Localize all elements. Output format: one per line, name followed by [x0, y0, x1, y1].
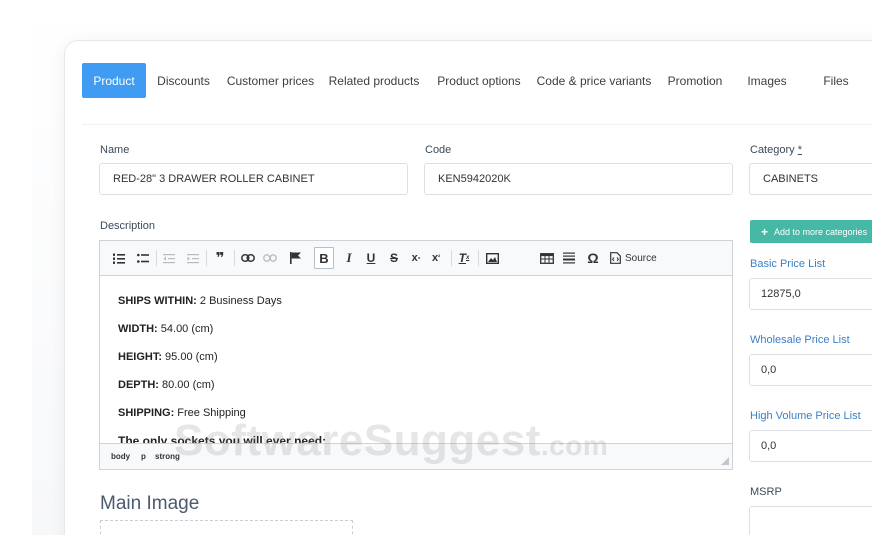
image-icon[interactable] [485, 250, 499, 266]
wholesale-price-input[interactable]: 0,0 [749, 354, 872, 386]
toolbar-separator [478, 250, 479, 266]
content-line: The only sockets you will ever need: [118, 434, 327, 443]
tab-discounts[interactable]: Discounts [151, 63, 216, 98]
blockquote-icon[interactable]: ❞ [212, 250, 228, 267]
tab-product[interactable]: Product [82, 63, 146, 98]
high-volume-price-label: High Volume Price List [750, 410, 861, 422]
unlink-icon[interactable] [262, 250, 278, 266]
resize-handle-icon[interactable] [721, 457, 729, 465]
toolbar-separator [451, 250, 452, 266]
strikethrough-button[interactable]: S [387, 250, 401, 266]
add-category-label: Add to more categories [774, 226, 868, 237]
toolbar-separator [234, 250, 235, 266]
required-marker: * [797, 144, 802, 156]
high-volume-price-input[interactable]: 0,0 [749, 430, 872, 462]
italic-button[interactable]: I [342, 250, 356, 266]
underline-button[interactable]: U [364, 250, 378, 266]
tab-related-products[interactable]: Related products [324, 63, 424, 98]
add-category-button[interactable]: + Add to more categories [750, 220, 872, 243]
category-select[interactable]: CABINETS [749, 163, 872, 195]
tab-product-options[interactable]: Product options [432, 63, 526, 98]
superscript-icon[interactable]: x² [429, 250, 443, 266]
msrp-label: MSRP [750, 486, 782, 498]
name-input[interactable]: RED-28" 3 DRAWER ROLLER CABINET [99, 163, 408, 195]
subscript-icon[interactable]: x₂ [409, 250, 423, 266]
anchor-flag-icon[interactable] [288, 250, 302, 266]
indent-icon[interactable] [186, 250, 200, 266]
basic-price-label: Basic Price List [750, 258, 826, 270]
bold-button[interactable]: B [314, 247, 334, 269]
category-label-text: Category [750, 144, 795, 156]
bullet-list-icon[interactable] [136, 250, 150, 266]
tab-customer-prices[interactable]: Customer prices [223, 63, 318, 98]
content-line: WIDTH: 54.00 (cm) [118, 323, 214, 335]
code-label: Code [425, 144, 452, 156]
source-button[interactable]: Source [610, 250, 670, 266]
tab-promotion[interactable]: Promotion [660, 63, 730, 98]
tab-images[interactable]: Images [737, 63, 797, 98]
toolbar-separator [156, 250, 157, 266]
rich-text-editor: ❞ B I U S x₂ x² Tx Ω Source SHIPS WITHIN… [99, 240, 733, 470]
msrp-input[interactable] [749, 506, 872, 535]
remove-format-icon[interactable]: Tx [457, 250, 471, 266]
tab-files[interactable]: Files [804, 63, 868, 98]
table-icon[interactable] [539, 250, 555, 266]
outdent-icon[interactable] [162, 250, 176, 266]
main-image-dropzone[interactable] [100, 520, 353, 535]
numbered-list-icon[interactable] [112, 250, 126, 266]
content-line: HEIGHT: 95.00 (cm) [118, 351, 218, 363]
name-label: Name [100, 144, 130, 156]
path-item[interactable]: body [111, 452, 130, 461]
main-image-heading: Main Image [100, 493, 200, 514]
link-icon[interactable] [240, 250, 256, 266]
special-character-icon[interactable]: Ω [586, 250, 600, 266]
code-input[interactable]: KEN5942020K [424, 163, 733, 195]
source-label: Source [625, 252, 657, 264]
path-item[interactable]: strong [155, 452, 180, 461]
description-label: Description [100, 220, 156, 232]
content-line: SHIPPING: Free Shipping [118, 407, 246, 419]
content-line: SHIPS WITHIN: 2 Business Days [118, 295, 282, 307]
horizontal-line-icon[interactable] [562, 250, 576, 266]
section-divider [82, 124, 872, 125]
path-item[interactable]: p [141, 452, 146, 461]
editor-toolbar: ❞ B I U S x₂ x² Tx Ω Source [100, 241, 732, 276]
wholesale-price-label: Wholesale Price List [750, 334, 850, 346]
plus-icon: + [761, 224, 769, 239]
tab-code-price-variants[interactable]: Code & price variants [534, 63, 654, 98]
element-path-bar: body p strong [100, 443, 732, 469]
toolbar-separator [206, 250, 207, 266]
basic-price-input[interactable]: 12875,0 [749, 278, 872, 310]
content-line: DEPTH: 80.00 (cm) [118, 379, 215, 391]
category-label: Category * [750, 144, 802, 156]
editor-content[interactable]: SHIPS WITHIN: 2 Business Days WIDTH: 54.… [100, 277, 732, 443]
source-icon [610, 252, 621, 264]
